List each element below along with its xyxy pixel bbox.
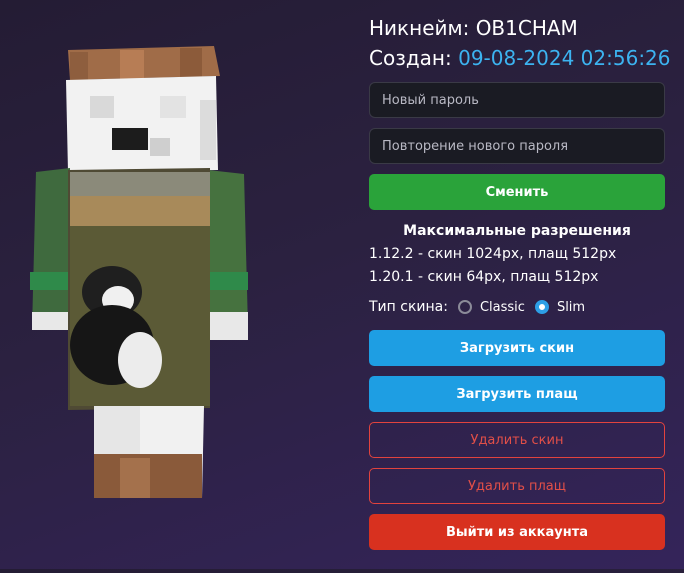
nickname-label: Никнейм: [369, 16, 470, 40]
created-label: Создан: [369, 46, 452, 70]
upload-cloak-button[interactable]: Загрузить плащ [369, 376, 665, 412]
slim-radio-label: Slim [556, 299, 586, 315]
nickname-value: OB1CHAM [475, 16, 578, 40]
skin-type-label: Тип скина: [369, 299, 448, 315]
change-password-button[interactable]: Сменить [369, 174, 665, 210]
logout-button[interactable]: Выйти из аккаунта [369, 514, 665, 550]
created-value: 09-08-2024 02:56:26 [458, 46, 671, 70]
upload-skin-button[interactable]: Загрузить скин [369, 330, 665, 366]
skin-type-classic-option[interactable]: Classic [457, 299, 525, 315]
classic-radio[interactable] [457, 300, 472, 314]
slim-radio[interactable] [534, 300, 549, 314]
repeat-password-input[interactable] [369, 128, 665, 164]
nickname-line: Никнейм: OB1CHAM [369, 15, 578, 41]
skin-render [30, 46, 248, 498]
limits-title: Максимальные разрешения [403, 223, 631, 239]
delete-skin-button[interactable]: Удалить скин [369, 422, 665, 458]
classic-radio-label: Classic [479, 299, 525, 315]
limit-line-2: 1.20.1 - скин 64px, плащ 512px [369, 269, 599, 285]
delete-cloak-button[interactable]: Удалить плащ [369, 468, 665, 504]
skin-preview[interactable] [0, 0, 360, 569]
skin-head [66, 76, 218, 172]
skin-left-arm [32, 168, 70, 330]
limit-line-1: 1.12.2 - скин 1024px, плащ 512px [369, 246, 617, 262]
new-password-input[interactable] [369, 82, 665, 118]
created-line: Создан: 09-08-2024 02:56:26 [369, 45, 671, 71]
skin-type-selector: Тип скина: Classic Slim [369, 295, 585, 319]
skin-right-arm [208, 170, 248, 328]
skin-type-slim-option[interactable]: Slim [534, 299, 586, 315]
